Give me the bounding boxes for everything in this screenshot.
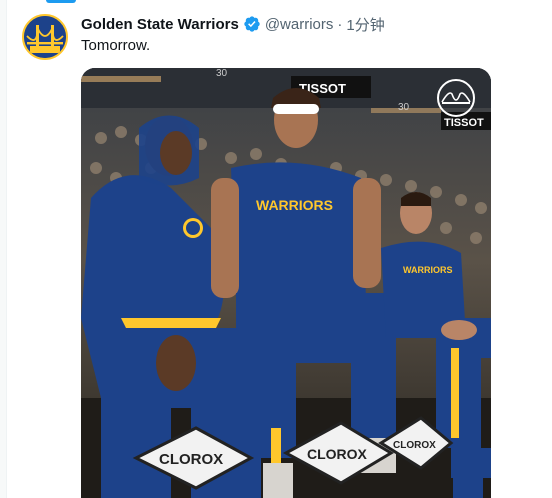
author-handle[interactable]: @warriors xyxy=(265,16,334,33)
header-separator: · xyxy=(337,15,343,33)
jersey-text-center: WARRIORS xyxy=(256,197,333,213)
tweet-header: Golden State Warriors @warriors · 1分钟 xyxy=(81,14,385,34)
active-tab-indicator xyxy=(46,0,76,3)
arena-number-1: 30 xyxy=(216,68,228,79)
arena-number-2: 30 xyxy=(398,102,410,113)
warriors-bridge-logo-icon xyxy=(24,16,66,58)
svg-text:CLOROX: CLOROX xyxy=(307,446,368,462)
timeline-rail xyxy=(0,0,7,498)
sponsor-sign-2: TISSOT xyxy=(444,117,484,129)
svg-text:CLOROX: CLOROX xyxy=(159,451,223,468)
tweet-text: Tomorrow. xyxy=(81,37,151,54)
author-display-name[interactable]: Golden State Warriors xyxy=(81,16,239,33)
verified-badge-icon xyxy=(244,16,260,32)
svg-text:CLOROX: CLOROX xyxy=(393,440,436,451)
author-avatar[interactable] xyxy=(22,14,68,60)
jersey-text-right: WARRIORS xyxy=(403,265,453,275)
photo-scene: TISSOT TISSOT 30 30 WARRIORS WARRIORS CL… xyxy=(81,68,491,498)
tweet-timestamp[interactable]: 1分钟 xyxy=(346,14,384,35)
tweet-photo[interactable]: TISSOT TISSOT 30 30 WARRIORS WARRIORS CL… xyxy=(81,68,491,498)
